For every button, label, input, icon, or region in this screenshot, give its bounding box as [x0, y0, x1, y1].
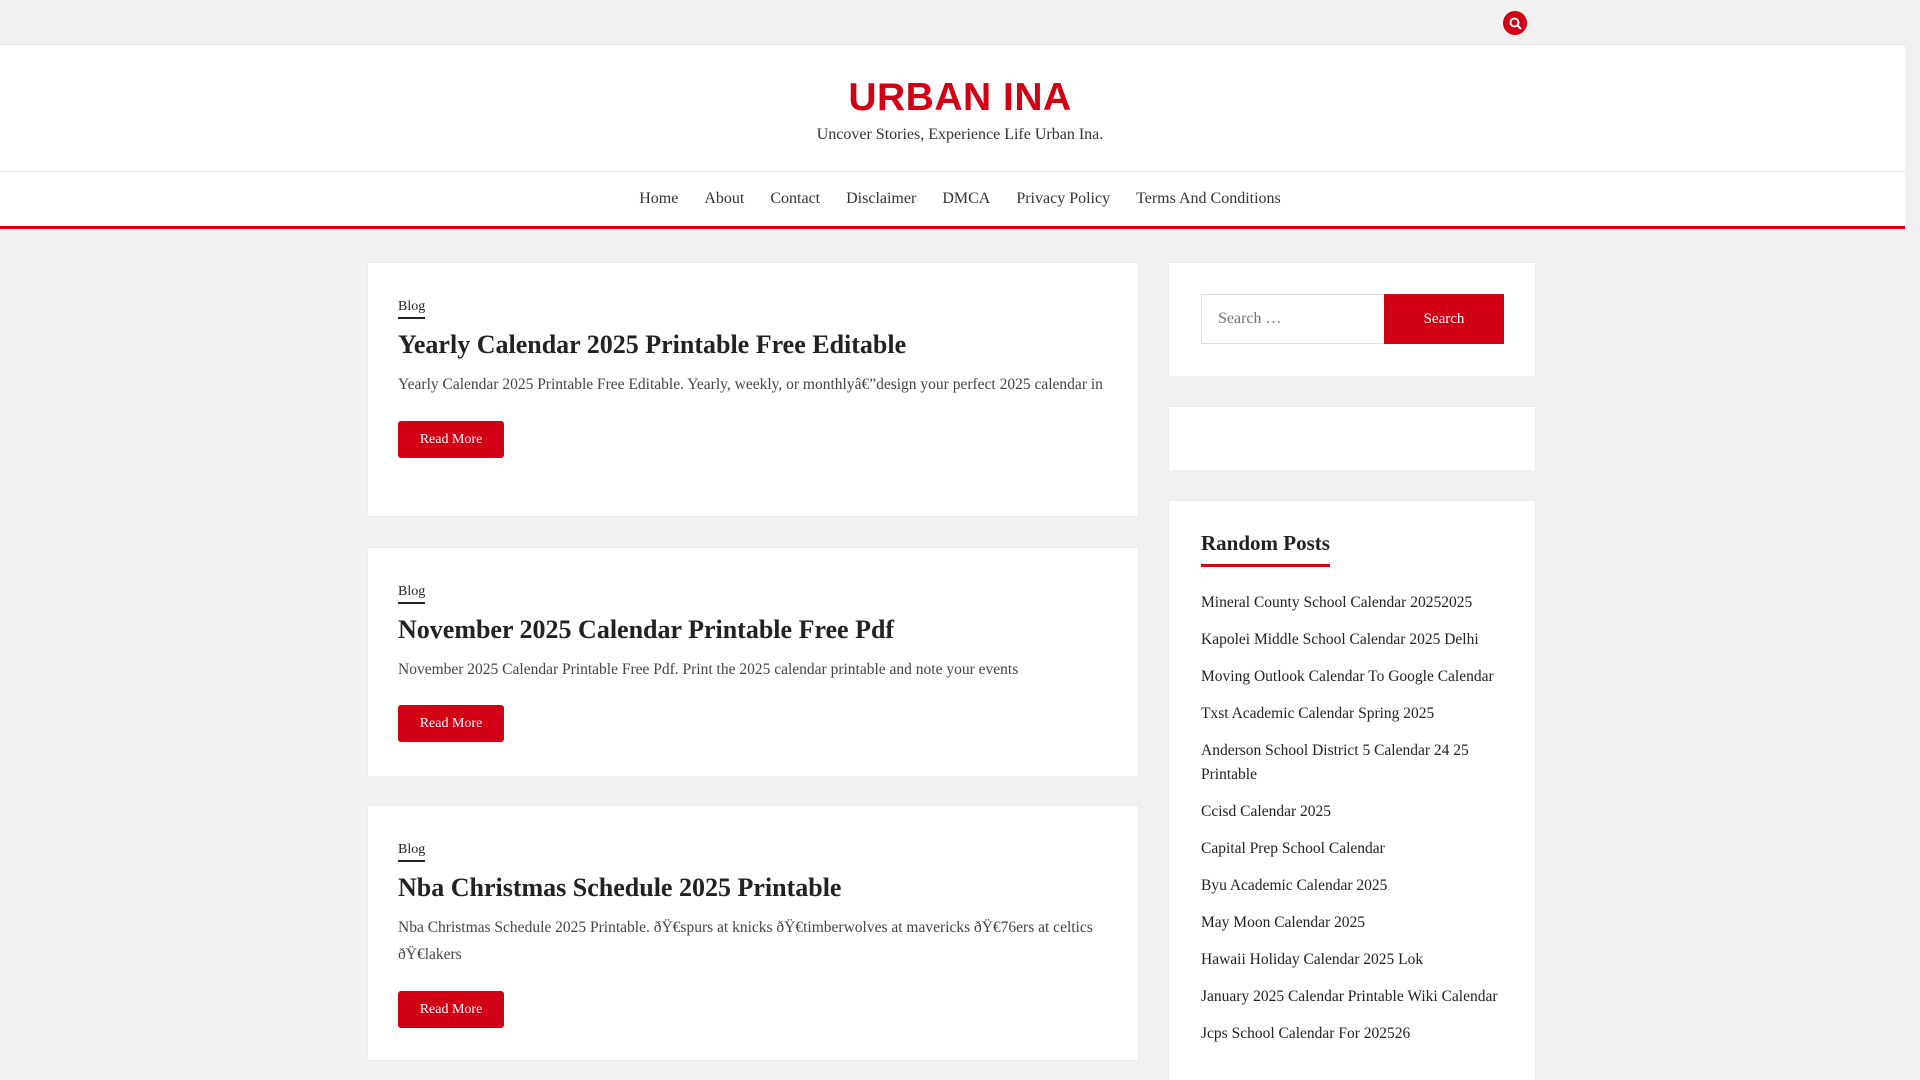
list-item[interactable]: Ccisd Calendar 2025 [1201, 800, 1504, 824]
read-more-button[interactable]: Read More [398, 421, 504, 459]
list-item[interactable]: Jcps School Calendar For 202526 [1201, 1022, 1504, 1046]
scrollbar[interactable] [1905, 0, 1920, 1080]
search-form: Search [1169, 263, 1535, 344]
read-more-button[interactable]: Read More [398, 705, 504, 743]
nav-home[interactable]: Home [626, 190, 691, 208]
list-item[interactable]: Byu Academic Calendar 2025 [1201, 874, 1504, 898]
post-category[interactable]: Blog [398, 299, 426, 319]
nav-about[interactable]: About [691, 190, 757, 208]
widget-title: Random Posts [1201, 531, 1330, 567]
top-bar [0, 0, 1920, 45]
post-category[interactable]: Blog [398, 584, 426, 604]
list-item[interactable]: Moving Outlook Calendar To Google Calend… [1201, 665, 1504, 689]
post-card: Blog Nba Christmas Schedule 2025 Printab… [367, 805, 1139, 1061]
post-title[interactable]: Yearly Calendar 2025 Printable Free Edit… [398, 329, 1108, 360]
post-excerpt: Yearly Calendar 2025 Printable Free Edit… [398, 376, 1103, 394]
nav-contact[interactable]: Contact [757, 190, 833, 208]
search-input[interactable] [1201, 294, 1384, 344]
post-title[interactable]: November 2025 Calendar Printable Free Pd… [398, 614, 1108, 645]
post-excerpt: Nba Christmas Schedule 2025 Printable. ð… [398, 919, 1093, 964]
list-item[interactable]: Anderson School District 5 Calendar 24 2… [1201, 739, 1504, 787]
search-icon [1509, 17, 1522, 30]
list-item[interactable]: Hawaii Holiday Calendar 2025 Lok [1201, 948, 1504, 972]
random-posts-widget: Random Posts Mineral County School Calen… [1168, 500, 1536, 1080]
search-button[interactable]: Search [1384, 294, 1504, 344]
post-card: Blog Yearly Calendar 2025 Printable Free… [367, 262, 1139, 517]
list-item[interactable]: Capital Prep School Calendar [1201, 837, 1504, 861]
site-title[interactable]: URBAN INA [0, 76, 1920, 120]
list-item[interactable]: Txst Academic Calendar Spring 2025 [1201, 702, 1504, 726]
post-title[interactable]: Nba Christmas Schedule 2025 Printable [398, 872, 1108, 903]
search-widget: Search [1168, 262, 1536, 377]
empty-widget [1168, 406, 1536, 471]
site-header: URBAN INA Uncover Stories, Experience Li… [0, 45, 1920, 172]
search-toggle-button[interactable] [1503, 11, 1527, 35]
main-navigation: Home About Contact Disclaimer DMCA Priva… [0, 172, 1920, 229]
list-item[interactable]: Mineral County School Calendar 20252025 [1201, 591, 1504, 615]
nav-privacy-policy[interactable]: Privacy Policy [1003, 190, 1123, 208]
list-item[interactable]: May Moon Calendar 2025 [1201, 911, 1504, 935]
post-category[interactable]: Blog [398, 842, 426, 862]
list-item[interactable]: Kapolei Middle School Calendar 2025 Delh… [1201, 628, 1504, 652]
nav-terms[interactable]: Terms And Conditions [1123, 190, 1294, 208]
post-card: Blog November 2025 Calendar Printable Fr… [367, 547, 1139, 777]
random-posts-list: Mineral County School Calendar 20252025 … [1201, 591, 1504, 1046]
list-item[interactable]: January 2025 Calendar Printable Wiki Cal… [1201, 985, 1504, 1009]
read-more-button[interactable]: Read More [398, 991, 504, 1029]
post-excerpt: November 2025 Calendar Printable Free Pd… [398, 661, 1019, 679]
site-tagline: Uncover Stories, Experience Life Urban I… [816, 125, 1104, 143]
nav-dmca[interactable]: DMCA [929, 190, 1003, 208]
nav-disclaimer[interactable]: Disclaimer [833, 190, 929, 208]
